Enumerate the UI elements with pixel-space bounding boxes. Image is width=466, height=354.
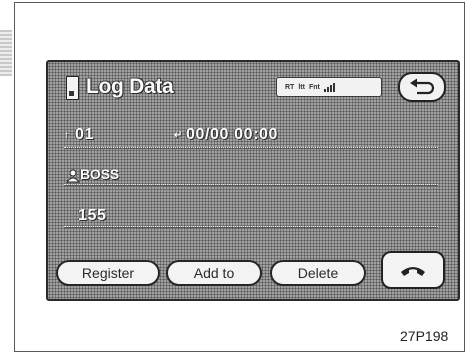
register-button[interactable]: Register: [56, 260, 160, 286]
call-button[interactable]: [381, 251, 445, 289]
antenna-label: Fnt: [308, 83, 320, 91]
phone-handset-icon: [401, 267, 425, 276]
date-prefix-glyph: ↵: [174, 130, 183, 141]
document-icon: [66, 76, 79, 100]
entry-name: BOSS: [80, 166, 119, 182]
page-edge-smudge: [0, 30, 12, 76]
person-icon: [66, 169, 80, 183]
back-button[interactable]: [398, 72, 446, 102]
figure-caption: 27P198: [400, 328, 449, 344]
signal-label: RT: [285, 83, 295, 91]
number-prefix-glyph: ↑: [64, 130, 69, 141]
battery-label: ltt: [298, 83, 305, 91]
entry-datetime: 00/00 00:00: [186, 126, 279, 143]
entry-phone-number: 155: [78, 207, 107, 224]
status-indicator-bar: RT ltt Fnt: [276, 77, 382, 97]
entry-number: 01: [75, 126, 94, 143]
log-data-screen: Log Data RT ltt Fnt ↑ 01 ↵ 00/00 00:00 B…: [46, 60, 460, 301]
divider-line: [64, 226, 438, 228]
divider-line: [64, 184, 438, 186]
divider-line: [64, 147, 438, 149]
delete-button[interactable]: Delete: [270, 260, 366, 286]
add-to-button[interactable]: Add to: [166, 260, 262, 286]
screen-title: Log Data: [86, 75, 174, 98]
signal-icon: [323, 82, 335, 92]
return-arrow-icon: [410, 78, 435, 95]
illustration-frame: Log Data RT ltt Fnt ↑ 01 ↵ 00/00 00:00 B…: [14, 2, 465, 352]
